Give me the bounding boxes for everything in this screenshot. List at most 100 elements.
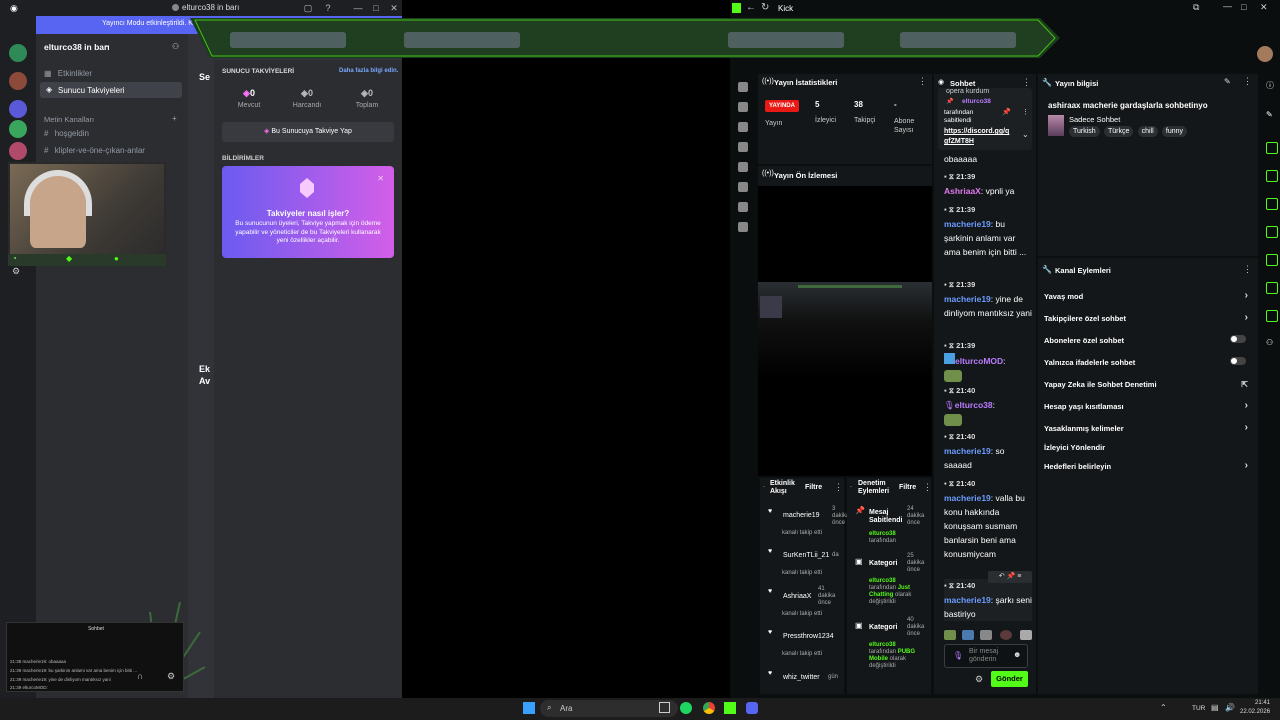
chat-username[interactable]: elturcoMOD [955, 356, 1003, 366]
emote-icon[interactable] [944, 630, 956, 640]
shortcut-icon[interactable] [1266, 170, 1278, 182]
boost-server-button[interactable]: ◈ Bu Sunucuya Takviye Yap [222, 122, 394, 142]
mod-item-actor[interactable]: elturco38 [869, 531, 896, 538]
server-icon-2[interactable] [9, 72, 27, 90]
server-icon-5[interactable] [9, 142, 27, 160]
chat-input[interactable]: 🎙 Bir mesaj gönderin ☻ [944, 644, 1028, 668]
pinned-by[interactable]: elturco38 [962, 98, 991, 105]
emote-icon[interactable] [1020, 630, 1032, 640]
more-icon[interactable]: ⋮ [1022, 108, 1029, 116]
maximize-icon[interactable]: □ [1241, 2, 1246, 12]
chevron-down-icon[interactable]: ⌄ [104, 41, 110, 49]
tag[interactable]: Turkish [1069, 126, 1100, 137]
action-banned-words[interactable]: Yasaklanmış kelimeler › [1044, 422, 1254, 433]
emote-icon[interactable] [980, 630, 992, 640]
edit-icon[interactable]: ✎ [1224, 77, 1231, 86]
spotify-icon[interactable] [680, 702, 692, 714]
chat-username[interactable]: AshriaaX [944, 186, 981, 196]
network-icon[interactable]: ▤ [1211, 703, 1219, 712]
more-icon[interactable]: ⋮ [918, 76, 927, 87]
emoji-icon[interactable]: ☻ [1013, 650, 1021, 659]
shortcut-icon[interactable]: ⚇ [1266, 338, 1273, 347]
mod-item-actor[interactable]: elturco38 [869, 578, 896, 585]
action-followers-only[interactable]: Takipçilere özel sohbet › [1044, 312, 1254, 323]
profile-avatar[interactable] [1257, 46, 1273, 62]
start-icon[interactable] [523, 702, 535, 714]
category-name[interactable]: Sadece Sohbet [1069, 115, 1120, 124]
action-account-age[interactable]: Hesap yaşı kısıtlaması › [1044, 400, 1254, 411]
close-icon[interactable]: ✕ [388, 2, 400, 14]
settings-small-icon[interactable]: ⚙ [12, 266, 20, 277]
edit-icon[interactable]: ✎ [1266, 110, 1273, 119]
pinned-link[interactable]: https://discord.gg/q gfZMT8H [944, 127, 1018, 147]
server-icon-1[interactable] [9, 44, 27, 62]
activity-user[interactable]: whiz_twitter [783, 674, 820, 681]
server-icon-4[interactable] [9, 120, 27, 138]
emote-icon[interactable] [962, 630, 974, 640]
chevron-down-icon[interactable]: ⌄ [1022, 130, 1029, 139]
send-button[interactable]: Gönder [991, 671, 1028, 687]
task-view-icon[interactable] [659, 702, 670, 713]
shortcut-icon[interactable] [1266, 142, 1278, 154]
server-name[interactable]: elturco38 in barı [44, 42, 110, 52]
more-icon[interactable]: ⋮ [1022, 77, 1031, 88]
taskbar-search[interactable]: ⌕ Ara [540, 700, 678, 717]
minimize-icon[interactable]: — [352, 2, 364, 14]
action-goals[interactable]: Hedefleri belirleyin › [1044, 460, 1254, 471]
kick-app-icon[interactable] [724, 702, 736, 714]
screen-icon[interactable]: ⧉ [1193, 2, 1199, 13]
action-ai-moderation[interactable]: Yapay Zeka ile Sohbet Denetimi ⇱ [1044, 380, 1254, 389]
tag[interactable]: funny [1161, 126, 1187, 137]
video-icon[interactable] [738, 162, 748, 172]
chat-username[interactable]: macherie19 [944, 219, 991, 229]
channel-clips[interactable]: # klipler-ve-öne-çıkan-anlar [44, 146, 145, 155]
close-icon[interactable]: ✕ [1260, 2, 1268, 13]
more-icon[interactable]: ⋮ [1243, 76, 1252, 87]
wrench-icon[interactable] [738, 182, 748, 192]
activity-user[interactable]: SurKenTLii_21 [783, 552, 829, 559]
shortcut-icon[interactable] [1266, 198, 1278, 210]
activity-user[interactable]: Pressthrow1234 [783, 633, 834, 640]
more-icon[interactable]: ⋮ [1243, 264, 1252, 275]
tag[interactable]: Türkçe [1103, 126, 1134, 137]
server-icon-3[interactable] [9, 100, 27, 118]
chat-username[interactable]: macherie19 [944, 294, 991, 304]
emote-icon[interactable] [1000, 630, 1012, 640]
shortcut-icon[interactable] [1266, 254, 1278, 266]
unpin-icon[interactable]: 📌 [1002, 108, 1011, 116]
chat-username[interactable]: elturco38 [955, 400, 993, 410]
broadcast-icon[interactable] [738, 82, 748, 92]
chrome-icon[interactable] [703, 702, 715, 714]
back-icon[interactable]: ← [746, 2, 756, 13]
more-icon[interactable]: ⋮ [923, 482, 932, 493]
moderation-filter[interactable]: Filtre [899, 484, 916, 491]
subs-only-toggle[interactable] [1230, 335, 1246, 343]
maximize-icon[interactable]: □ [370, 2, 382, 14]
sidebar-item-boosts[interactable]: ◈ Sunucu Takviyeleri [40, 82, 182, 98]
shortcut-icon[interactable] [1266, 226, 1278, 238]
discord-app-icon[interactable] [746, 702, 758, 714]
channel-welcome[interactable]: # hoşgeldin [44, 129, 89, 138]
chart-icon[interactable] [738, 122, 748, 132]
help-icon[interactable]: ? [322, 2, 334, 14]
clock-time[interactable]: 21:41 [1255, 700, 1270, 706]
activity-user[interactable]: AshriaaX [783, 593, 811, 600]
tag[interactable]: chill [1137, 126, 1158, 137]
action-slow-mode[interactable]: Yavaş mod › [1044, 290, 1254, 301]
add-channel-icon[interactable]: + [172, 114, 177, 123]
emotes-only-toggle[interactable] [1230, 357, 1246, 365]
info-icon[interactable]: ⓘ [1266, 80, 1274, 91]
learn-more-link[interactable]: Daha fazla bilgi edin. [339, 68, 398, 74]
users-icon[interactable] [738, 202, 748, 212]
mod-item-actor[interactable]: elturco38 [869, 642, 896, 649]
chat-username[interactable]: macherie19 [944, 493, 991, 503]
activity-filter[interactable]: Filtre [805, 484, 822, 491]
stream-preview-video[interactable] [758, 186, 932, 476]
chat-username[interactable]: macherie19 [944, 446, 991, 456]
headphones-icon[interactable]: ∩ [137, 671, 143, 681]
trophy-icon[interactable] [738, 142, 748, 152]
bot-icon[interactable] [738, 222, 748, 232]
sidebar-item-events[interactable]: ▦ Etkinlikler [44, 69, 92, 78]
tray-chevron-icon[interactable]: ⌃ [1160, 703, 1167, 712]
shortcut-icon[interactable] [1266, 310, 1278, 322]
